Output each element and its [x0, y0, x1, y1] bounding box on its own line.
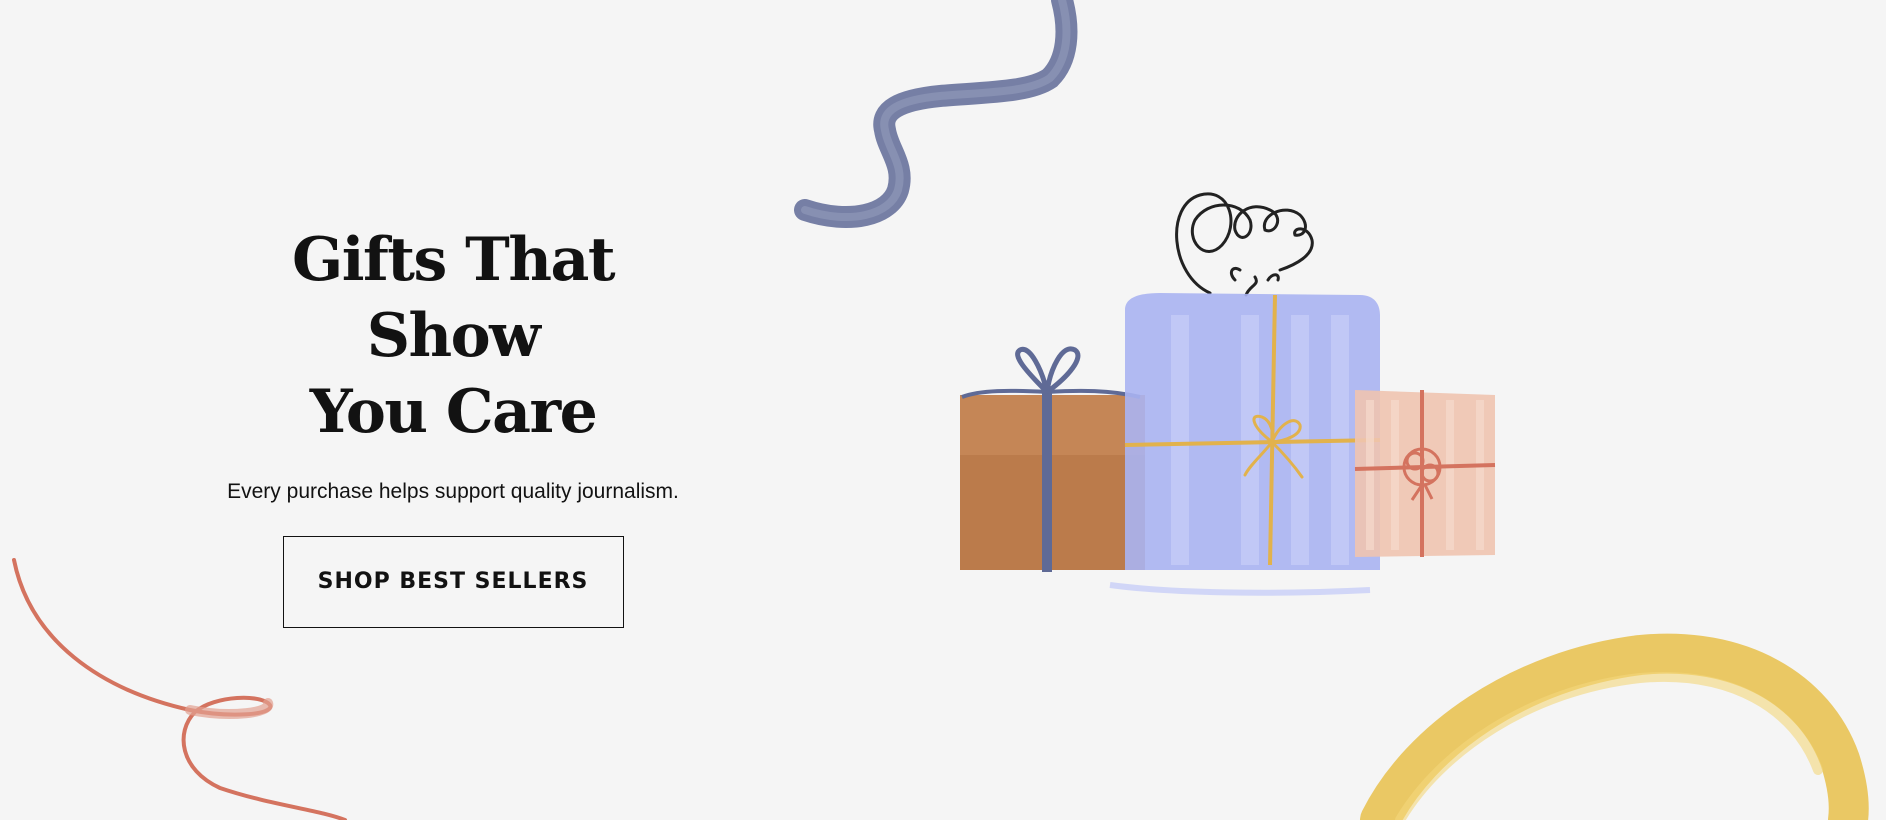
hero-text: Gifts That Show You Care Every purchase …: [200, 222, 706, 628]
headline: Gifts That Show You Care: [200, 222, 706, 450]
yellow-ribbon-icon: [1360, 633, 1869, 820]
brown-gift-box: [960, 346, 1145, 572]
hero-banner: Gifts That Show You Care Every purchase …: [0, 0, 1886, 820]
gift-boxes-icon: [960, 192, 1496, 596]
headline-line-1: Gifts That Show: [291, 225, 616, 371]
subhead: Every purchase helps support quality jou…: [227, 480, 679, 503]
curly-bow-icon: [1175, 192, 1314, 297]
shop-best-sellers-button[interactable]: SHOP BEST SELLERS: [282, 536, 624, 628]
headline-line-2: You Care: [309, 377, 598, 447]
pink-gift-box: [1354, 390, 1496, 557]
blue-gift-box: [1109, 293, 1381, 596]
